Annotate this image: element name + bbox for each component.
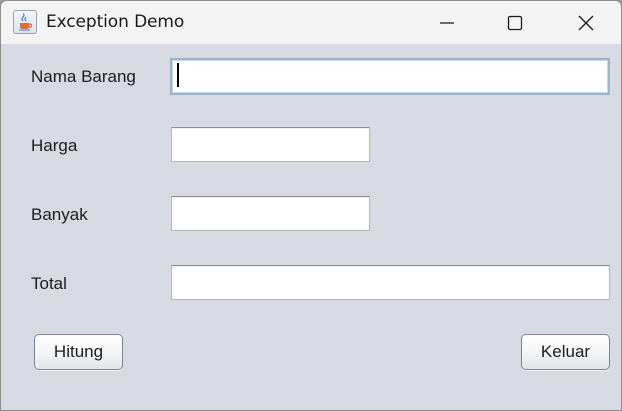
total-input[interactable] [171, 265, 610, 300]
text-caret [177, 63, 179, 87]
banyak-input[interactable] [171, 196, 370, 231]
form-panel: Nama Barang Harga Banyak Total Hitung Ke… [1, 44, 621, 410]
banyak-label: Banyak [31, 205, 88, 224]
maximize-icon [507, 15, 523, 31]
harga-label: Harga [31, 136, 78, 155]
hitung-button[interactable]: Hitung [34, 334, 123, 370]
title-bar[interactable]: Exception Demo [1, 1, 621, 44]
window-title: Exception Demo [46, 12, 185, 32]
nama-barang-label: Nama Barang [31, 67, 136, 86]
maximize-button[interactable] [492, 1, 538, 44]
close-button[interactable] [563, 1, 609, 44]
minimize-button[interactable] [424, 1, 470, 44]
close-icon [578, 15, 594, 31]
app-window: Exception Demo Nama Barang Harga Banyak [0, 0, 622, 411]
harga-input[interactable] [171, 127, 370, 162]
nama-barang-input[interactable] [170, 58, 610, 95]
keluar-button[interactable]: Keluar [521, 334, 610, 370]
java-cup-icon [13, 10, 37, 34]
total-label: Total [31, 274, 67, 293]
minimize-icon [440, 22, 454, 24]
